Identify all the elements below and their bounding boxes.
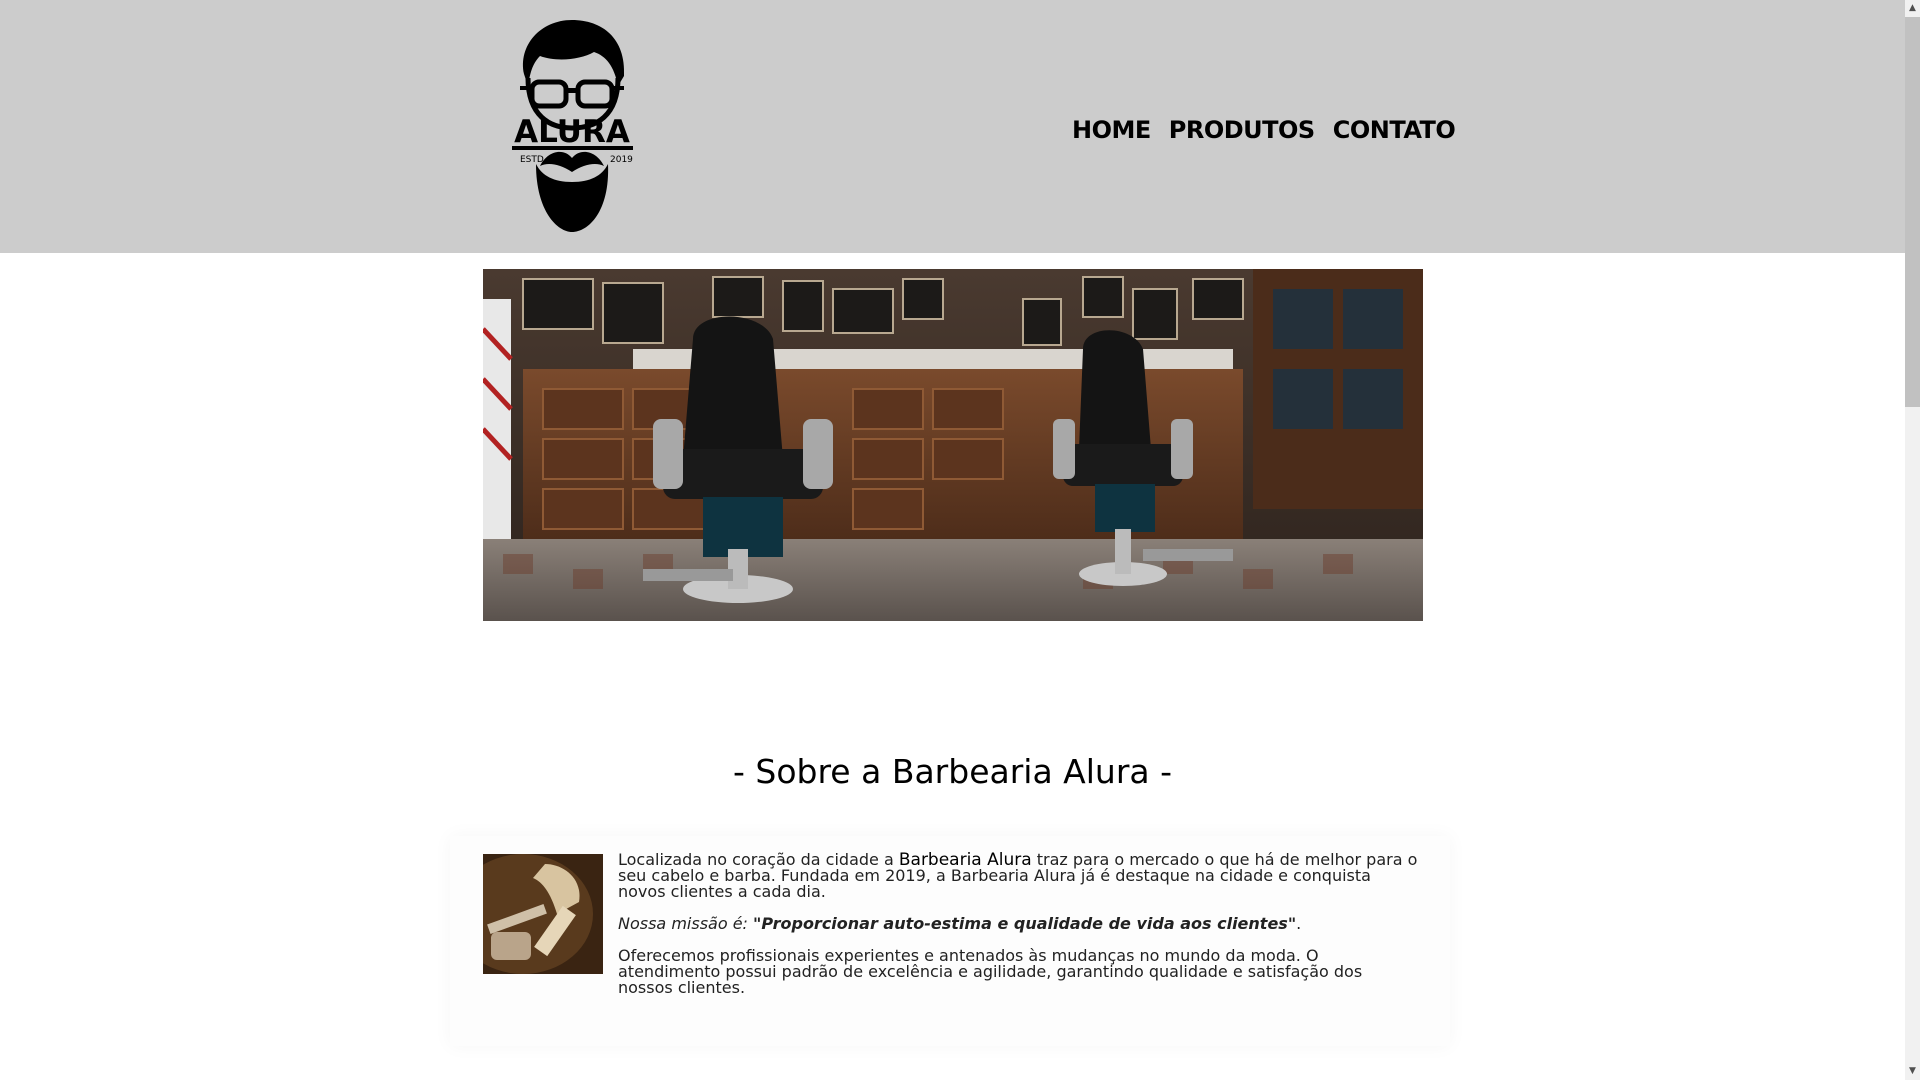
- about-paragraph-services: Oferecemos profissionais experientes e a…: [618, 946, 1363, 997]
- page-scrollbar[interactable]: ▲ ▼: [1905, 0, 1920, 1080]
- scroll-up-icon[interactable]: ▲: [1905, 0, 1920, 17]
- svg-text:ESTD: ESTD: [520, 155, 544, 165]
- about-section: Localizada no coração da cidade a Barbea…: [450, 836, 1450, 1046]
- mission-statement: "Proporcionar auto-estima e qualidade de…: [753, 914, 1297, 933]
- site-header: ALURA ESTD 2019 HOME PRODUTOS CONTATO: [0, 0, 1905, 253]
- main-navigation: HOME PRODUTOS CONTATO: [1072, 116, 1456, 144]
- shaving-brush-image: [483, 854, 603, 974]
- nav-contato-link[interactable]: CONTATO: [1333, 116, 1456, 144]
- scrollbar-thumb[interactable]: [1905, 17, 1920, 407]
- nav-home-link[interactable]: HOME: [1072, 116, 1151, 144]
- barbershop-banner-image: [483, 269, 1423, 621]
- about-paragraph-mission: Nossa missão é: "Proporcionar auto-estim…: [618, 914, 1302, 933]
- scroll-down-icon[interactable]: ▼: [1905, 1063, 1920, 1080]
- about-paragraph-intro: Localizada no coração da cidade a Barbea…: [618, 850, 1418, 901]
- svg-text:ALURA: ALURA: [514, 114, 630, 150]
- svg-text:2019: 2019: [610, 155, 633, 165]
- about-text: Localizada no coração da cidade a Barbea…: [618, 852, 1418, 1012]
- about-section-title: - Sobre a Barbearia Alura -: [732, 752, 1173, 791]
- nav-produtos-link[interactable]: PRODUTOS: [1169, 116, 1315, 144]
- alura-barber-logo[interactable]: ALURA ESTD 2019: [510, 16, 635, 234]
